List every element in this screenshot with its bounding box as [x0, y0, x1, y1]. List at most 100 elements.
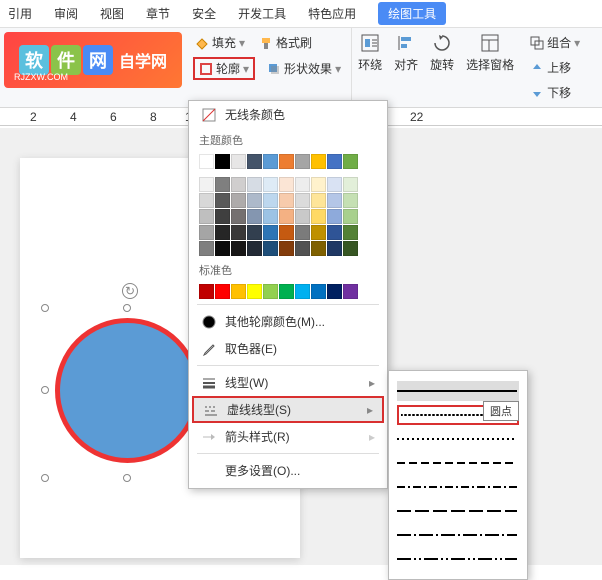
color-swatch[interactable]: [343, 177, 358, 192]
move-up-button[interactable]: 上移: [528, 57, 582, 78]
color-swatch[interactable]: [327, 154, 342, 169]
color-swatch[interactable]: [279, 284, 294, 299]
dash-long-dash-dot-dot[interactable]: [397, 549, 519, 569]
color-swatch[interactable]: [295, 225, 310, 240]
color-swatch[interactable]: [215, 284, 230, 299]
menu-review[interactable]: 审阅: [54, 5, 78, 22]
color-swatch[interactable]: [327, 241, 342, 256]
color-swatch[interactable]: [199, 209, 214, 224]
color-swatch[interactable]: [295, 284, 310, 299]
dash-solid[interactable]: [397, 381, 519, 401]
resize-handle-s[interactable]: [123, 474, 131, 482]
color-swatch[interactable]: [263, 225, 278, 240]
color-swatch[interactable]: [263, 241, 278, 256]
circle-shape[interactable]: [55, 318, 200, 463]
color-swatch[interactable]: [215, 225, 230, 240]
menu-devtools[interactable]: 开发工具: [238, 5, 286, 22]
color-swatch[interactable]: [311, 225, 326, 240]
color-swatch[interactable]: [215, 241, 230, 256]
color-swatch[interactable]: [311, 154, 326, 169]
dash-dash-dot[interactable]: [397, 477, 519, 497]
color-swatch[interactable]: [279, 193, 294, 208]
color-swatch[interactable]: [263, 177, 278, 192]
color-swatch[interactable]: [215, 177, 230, 192]
color-swatch[interactable]: [231, 284, 246, 299]
color-swatch[interactable]: [295, 209, 310, 224]
menu-security[interactable]: 安全: [192, 5, 216, 22]
color-swatch[interactable]: [327, 193, 342, 208]
arrow-style-option[interactable]: 箭头样式(R)▸: [189, 423, 387, 450]
more-colors-option[interactable]: 其他轮廓颜色(M)...: [189, 308, 387, 335]
color-swatch[interactable]: [279, 154, 294, 169]
color-swatch[interactable]: [263, 284, 278, 299]
dash-long-dash[interactable]: [397, 501, 519, 521]
color-swatch[interactable]: [199, 241, 214, 256]
color-swatch[interactable]: [327, 284, 342, 299]
color-swatch[interactable]: [247, 154, 262, 169]
eyedropper-option[interactable]: 取色器(E): [189, 335, 387, 362]
move-down-button[interactable]: 下移: [528, 82, 582, 103]
resize-handle-n[interactable]: [123, 304, 131, 312]
color-swatch[interactable]: [263, 154, 278, 169]
color-swatch[interactable]: [231, 225, 246, 240]
rotate-handle[interactable]: ↻: [122, 283, 138, 299]
color-swatch[interactable]: [343, 284, 358, 299]
align-button[interactable]: 对齐: [388, 28, 424, 107]
color-swatch[interactable]: [311, 209, 326, 224]
color-swatch[interactable]: [295, 241, 310, 256]
color-swatch[interactable]: [231, 154, 246, 169]
color-swatch[interactable]: [263, 209, 278, 224]
color-swatch[interactable]: [327, 225, 342, 240]
color-swatch[interactable]: [311, 177, 326, 192]
color-swatch[interactable]: [199, 177, 214, 192]
color-swatch[interactable]: [343, 241, 358, 256]
color-swatch[interactable]: [311, 193, 326, 208]
color-swatch[interactable]: [263, 193, 278, 208]
group-button[interactable]: 组合▾: [528, 32, 582, 53]
color-swatch[interactable]: [295, 177, 310, 192]
dash-square-dot[interactable]: [397, 429, 519, 449]
color-swatch[interactable]: [215, 154, 230, 169]
color-swatch[interactable]: [247, 209, 262, 224]
resize-handle-nw[interactable]: [41, 304, 49, 312]
menu-chapter[interactable]: 章节: [146, 5, 170, 22]
color-swatch[interactable]: [199, 284, 214, 299]
color-swatch[interactable]: [247, 241, 262, 256]
dash-long-dash-dot[interactable]: [397, 525, 519, 545]
color-swatch[interactable]: [247, 193, 262, 208]
color-swatch[interactable]: [311, 241, 326, 256]
color-swatch[interactable]: [215, 209, 230, 224]
color-swatch[interactable]: [231, 193, 246, 208]
shape-effects-button[interactable]: 形状效果▾: [265, 58, 343, 79]
dash-style-option[interactable]: 虚线线型(S)▸: [192, 396, 384, 423]
color-swatch[interactable]: [343, 209, 358, 224]
color-swatch[interactable]: [279, 177, 294, 192]
rotate-button[interactable]: 旋转: [424, 28, 460, 107]
color-swatch[interactable]: [231, 177, 246, 192]
wrap-button[interactable]: 环绕: [352, 28, 388, 107]
color-swatch[interactable]: [199, 154, 214, 169]
outline-button[interactable]: 轮廓▾: [193, 57, 255, 80]
color-swatch[interactable]: [199, 193, 214, 208]
color-swatch[interactable]: [295, 193, 310, 208]
color-swatch[interactable]: [247, 225, 262, 240]
resize-handle-sw[interactable]: [41, 474, 49, 482]
line-style-option[interactable]: 线型(W)▸: [189, 369, 387, 396]
menu-view[interactable]: 视图: [100, 5, 124, 22]
color-swatch[interactable]: [199, 225, 214, 240]
resize-handle-w[interactable]: [41, 386, 49, 394]
dash-dash[interactable]: [397, 453, 519, 473]
color-swatch[interactable]: [343, 225, 358, 240]
color-swatch[interactable]: [247, 284, 262, 299]
menu-special[interactable]: 特色应用: [308, 5, 356, 22]
menu-reference[interactable]: 引用: [8, 5, 32, 22]
format-painter-button[interactable]: 格式刷: [257, 32, 314, 53]
more-settings-option[interactable]: 更多设置(O)...: [189, 457, 387, 484]
color-swatch[interactable]: [343, 193, 358, 208]
color-swatch[interactable]: [231, 209, 246, 224]
color-swatch[interactable]: [247, 177, 262, 192]
color-swatch[interactable]: [327, 177, 342, 192]
color-swatch[interactable]: [279, 225, 294, 240]
no-line-option[interactable]: 无线条颜色: [189, 101, 387, 128]
color-swatch[interactable]: [231, 241, 246, 256]
